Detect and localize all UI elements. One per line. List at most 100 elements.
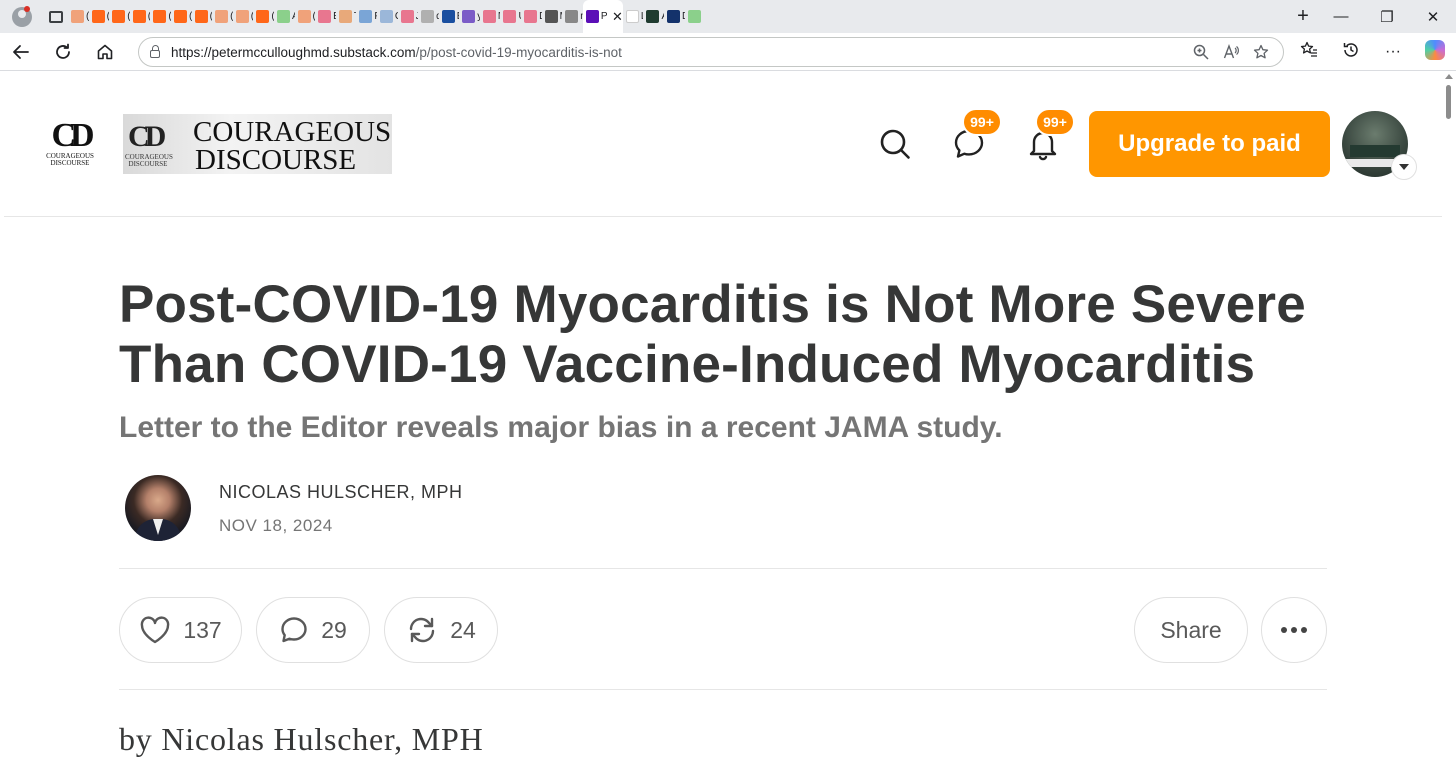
browser-tab[interactable]: yc <box>459 0 480 33</box>
tab-list: (1(1(1(1(1(1(1(1(1(1A(1EaTrFoGJediEaycNU… <box>68 0 1288 33</box>
tab-favicon-icon <box>235 10 249 23</box>
comments-button[interactable]: 29 <box>256 597 370 663</box>
tab-favicon-icon <box>91 10 105 23</box>
post-date: NOV 18, 2024 <box>219 516 333 535</box>
upgrade-to-paid-button[interactable]: Upgrade to paid <box>1089 111 1330 177</box>
tab-favicon-icon <box>585 10 599 23</box>
article-subtitle: Letter to the Editor reveals major bias … <box>119 411 1003 444</box>
browser-tab[interactable]: (1 <box>171 0 192 33</box>
tab-favicon-icon <box>194 10 208 23</box>
restore-button[interactable]: ❐ <box>1364 8 1410 26</box>
address-bar[interactable]: https://petermcculloughmd.substack.com/p… <box>138 37 1284 67</box>
tab-favicon-icon <box>646 10 660 23</box>
browser-tab[interactable]: Le <box>623 0 643 33</box>
history-button[interactable] <box>1330 41 1372 64</box>
favorite-star-icon[interactable] <box>1253 44 1269 60</box>
author-avatar[interactable] <box>125 475 191 541</box>
tab-actions-icon <box>49 10 63 23</box>
share-button[interactable]: Share <box>1134 597 1248 663</box>
new-tab-button[interactable]: + <box>1288 0 1318 33</box>
publication-logo-small[interactable]: CD COURAGEOUS DISCOURSE <box>44 119 96 171</box>
url-text[interactable]: https://petermcculloughmd.substack.com/p… <box>171 45 1193 60</box>
divider <box>119 568 1327 569</box>
zoom-icon[interactable] <box>1193 44 1209 60</box>
browser-tab-active[interactable]: P ✕ <box>582 0 623 33</box>
browser-tab[interactable]: (1 <box>192 0 212 33</box>
tab-favicon-icon <box>441 10 455 23</box>
back-button[interactable] <box>0 33 42 71</box>
home-button[interactable] <box>84 33 126 71</box>
heart-icon <box>141 616 170 644</box>
site-info-button[interactable] <box>139 45 171 58</box>
browser-tab[interactable]: G <box>377 0 398 33</box>
browser-tab[interactable]: Je <box>398 0 418 33</box>
tab-close-icon[interactable]: ✕ <box>612 9 623 25</box>
browser-tab[interactable]: D <box>521 0 542 33</box>
logo-wordmark: COURAGEOUS DISCOURSE <box>193 118 391 176</box>
tab-favicon-icon <box>503 10 517 23</box>
url-path: /p/post-covid-19-myocarditis-is-not <box>415 44 622 60</box>
browser-tab[interactable]: (1 <box>130 0 150 33</box>
browser-tab[interactable]: Tr <box>336 0 356 33</box>
article-byline: by Nicolas Hulscher, MPH <box>119 721 484 757</box>
tab-favicon-icon <box>153 10 167 23</box>
tab-title: P <box>600 11 608 22</box>
browser-tab[interactable]: di <box>418 0 439 33</box>
browser-tab[interactable]: (1 <box>150 0 171 33</box>
read-aloud-icon[interactable] <box>1223 44 1239 60</box>
tab-favicon-icon <box>379 10 393 23</box>
publication-logo-wide[interactable]: CD COURAGEOUS DISCOURSE COURAGEOUS DISCO… <box>123 114 392 176</box>
browser-tab[interactable]: (1 <box>253 0 274 33</box>
search-button[interactable] <box>878 127 912 161</box>
tab-favicon-icon <box>173 10 187 23</box>
favorites-button[interactable] <box>1288 41 1330 64</box>
logo-wordmark-line2: DISCOURSE <box>195 144 357 176</box>
refresh-button[interactable] <box>42 33 84 71</box>
scrollbar-thumb[interactable] <box>1446 85 1451 119</box>
minimize-button[interactable]: — <box>1318 8 1364 25</box>
avatar-photo-detail <box>1350 145 1400 157</box>
browser-tab[interactable]: (1 <box>109 0 130 33</box>
tab-favicon-icon <box>256 10 270 23</box>
close-window-button[interactable]: ✕ <box>1410 8 1456 26</box>
browser-tab[interactable]: (1 <box>89 0 109 33</box>
tab-favicon-icon <box>625 10 639 23</box>
tab-favicon-icon <box>318 10 332 23</box>
restack-count: 24 <box>450 616 476 643</box>
browser-tab[interactable]: (1 <box>68 0 89 33</box>
browser-tab[interactable]: (1 <box>233 0 253 33</box>
chat-badge: 99+ <box>962 108 1002 136</box>
browser-tab[interactable]: A <box>274 0 295 33</box>
more-options-button[interactable] <box>1261 597 1327 663</box>
more-menu-button[interactable]: ··· <box>1372 43 1414 61</box>
tab-actions-button[interactable] <box>44 0 68 33</box>
scroll-up-arrow-icon[interactable] <box>1445 74 1453 79</box>
logo-small-caption: COURAGEOUS DISCOURSE <box>46 152 94 167</box>
refresh-icon <box>56 43 70 59</box>
copilot-button[interactable] <box>1414 39 1456 65</box>
tab-favicon-icon <box>400 10 414 23</box>
browser-tab[interactable]: U <box>500 0 521 33</box>
author-name-link[interactable]: NICOLAS HULSCHER, MPH <box>219 482 463 503</box>
browser-tab[interactable]: M <box>542 0 562 33</box>
browser-tab[interactable]: A <box>643 0 664 33</box>
page-scrollbar[interactable] <box>1442 71 1456 774</box>
profile-button[interactable] <box>0 0 44 33</box>
browser-tab[interactable]: Fo <box>356 0 377 33</box>
browser-tab[interactable] <box>685 0 706 33</box>
browser-tab[interactable]: (1 <box>212 0 233 33</box>
account-menu-button[interactable] <box>1391 154 1417 180</box>
favorites-list-icon <box>1300 41 1317 57</box>
history-icon <box>1343 42 1358 57</box>
browser-tab[interactable]: Ea <box>439 0 459 33</box>
browser-tab[interactable]: D <box>664 0 685 33</box>
like-button[interactable]: 137 <box>119 597 242 663</box>
tab-favicon-icon <box>132 10 146 23</box>
browser-tab[interactable]: m <box>562 0 583 33</box>
tab-favicon-icon <box>524 10 538 23</box>
comment-icon <box>281 617 307 643</box>
restack-button[interactable]: 24 <box>384 597 498 663</box>
browser-tab[interactable]: N <box>480 0 500 33</box>
browser-tab[interactable]: Ea <box>315 0 336 33</box>
browser-tab[interactable]: (1 <box>295 0 315 33</box>
